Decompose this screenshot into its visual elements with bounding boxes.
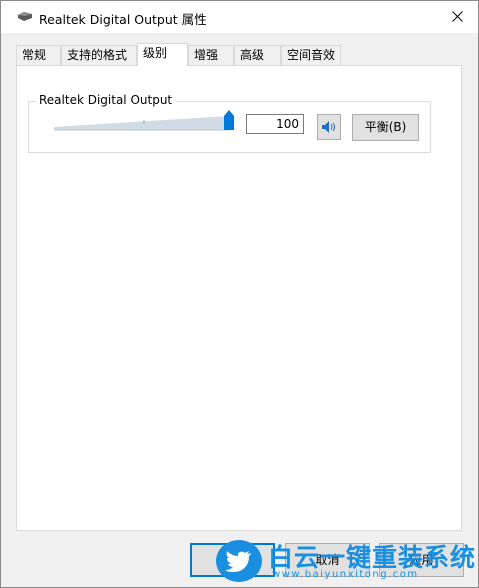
watermark-url: www.baiyunxitong.com bbox=[272, 569, 419, 580]
device-volume-group: Realtek Digital Output 100 平衡(B) bbox=[28, 93, 431, 153]
title-bar[interactable]: Realtek Digital Output 属性 bbox=[1, 1, 478, 33]
tab-supported-formats[interactable]: 支持的格式 bbox=[61, 45, 137, 65]
dialog-client: 常规 支持的格式 级别 增强 高级 空间音效 Realtek Digital O… bbox=[1, 33, 478, 587]
volume-value-field[interactable]: 100 bbox=[246, 114, 304, 134]
tab-general[interactable]: 常规 bbox=[16, 45, 61, 65]
watermark: 白云一键重装系统 www.baiyunxitong.com bbox=[216, 536, 475, 584]
dialog-window: Realtek Digital Output 属性 常规 支持的格式 级别 增强… bbox=[0, 0, 479, 588]
levels-panel: Realtek Digital Output 100 平衡(B) bbox=[16, 65, 462, 531]
speaker-device-icon bbox=[18, 12, 32, 21]
mute-button[interactable] bbox=[317, 114, 341, 140]
tab-levels[interactable]: 级别 bbox=[137, 43, 188, 66]
device-label: Realtek Digital Output bbox=[36, 93, 176, 108]
balance-button[interactable]: 平衡(B) bbox=[352, 114, 419, 141]
tab-spatial-sound[interactable]: 空间音效 bbox=[281, 45, 341, 65]
volume-slider-thumb[interactable] bbox=[224, 110, 234, 130]
speaker-icon bbox=[322, 121, 335, 133]
bird-icon bbox=[225, 551, 251, 572]
window-title: Realtek Digital Output 属性 bbox=[39, 12, 207, 27]
close-button[interactable] bbox=[444, 4, 470, 28]
close-icon bbox=[451, 10, 463, 22]
watermark-logo bbox=[216, 540, 262, 582]
tab-advanced[interactable]: 高级 bbox=[234, 45, 281, 65]
volume-slider[interactable] bbox=[54, 110, 234, 132]
tab-enhancements[interactable]: 增强 bbox=[188, 45, 234, 65]
